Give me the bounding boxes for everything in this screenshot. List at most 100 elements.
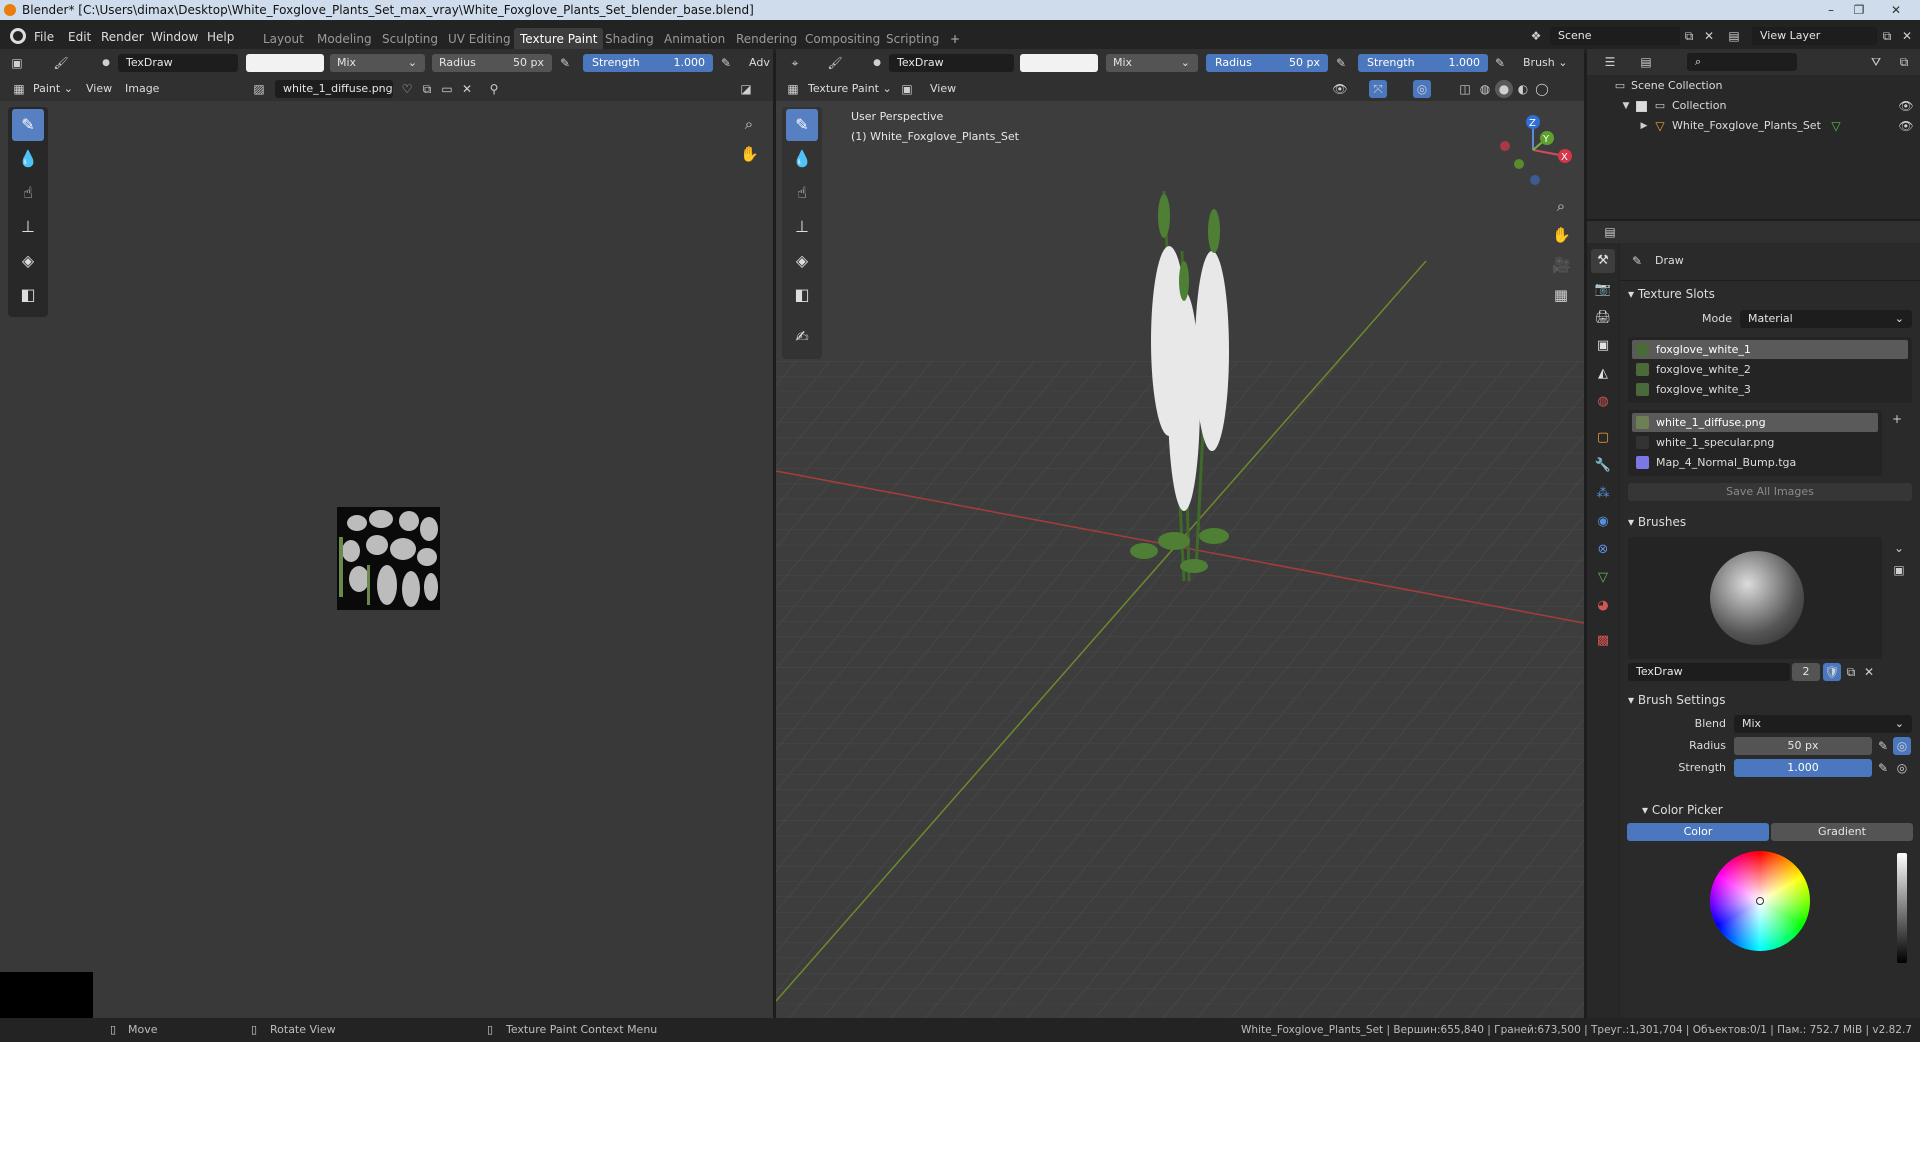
viewport-mask-tool-icon[interactable]: ◧: [786, 279, 818, 311]
texture-image-item[interactable]: white_1_specular.png: [1632, 433, 1878, 452]
outliner-scene-collection[interactable]: Scene Collection: [1631, 77, 1722, 95]
slot-mode-dropdown[interactable]: Material ⌄: [1740, 310, 1912, 328]
color-tab[interactable]: Color: [1627, 823, 1769, 841]
solid-shading-icon[interactable]: ●: [1495, 80, 1513, 98]
brush-preview-box[interactable]: [1628, 537, 1882, 659]
menu-window[interactable]: Window: [151, 27, 198, 47]
gizmo-neg-x[interactable]: [1500, 141, 1510, 151]
menu-render[interactable]: Render: [101, 27, 144, 47]
tab-scripting[interactable]: Scripting: [880, 28, 945, 50]
viewport-radius-slider[interactable]: Radius 50 px: [1206, 54, 1328, 72]
value-slider[interactable]: [1897, 853, 1907, 963]
tab-compositing[interactable]: Compositing: [799, 28, 886, 50]
material-slot-item[interactable]: foxglove_white_1: [1632, 340, 1908, 359]
delete-scene-icon[interactable]: ✕: [1700, 27, 1718, 45]
strength-slider[interactable]: Strength 1.000: [583, 54, 713, 72]
display-channels-icon[interactable]: ◪: [737, 80, 755, 98]
brush-browse-icon[interactable]: ⌄: [1890, 539, 1908, 557]
image-browse-icon[interactable]: ▨: [250, 80, 268, 98]
viewport-strength-pressure-icon[interactable]: ✎: [1491, 54, 1509, 72]
tab-sculpting[interactable]: Sculpting: [376, 28, 444, 50]
new-scene-icon[interactable]: ⧉: [1680, 27, 1698, 45]
strength-pressure-icon[interactable]: ✎: [717, 54, 735, 72]
brush-blend-dropdown[interactable]: Mix ⌄: [1734, 715, 1912, 733]
gizmo-neg-z[interactable]: [1530, 175, 1540, 185]
3d-viewport[interactable]: [776, 101, 1584, 1018]
brush-icon[interactable]: 🖌: [52, 54, 70, 72]
brush-menu[interactable]: Brush ⌄: [1523, 54, 1567, 72]
fill-tool-icon[interactable]: ◈: [12, 245, 44, 277]
scene-name-field[interactable]: Scene: [1550, 27, 1680, 45]
new-view-layer-icon[interactable]: ⧉: [1878, 27, 1896, 45]
camera-view-icon[interactable]: 🎥: [1552, 256, 1571, 274]
view-layer-icon[interactable]: ▤: [1725, 27, 1743, 45]
strength-unified-icon[interactable]: ◎: [1893, 759, 1911, 777]
editor-type-icon[interactable]: ▣: [8, 54, 26, 72]
viewport-fill-tool-icon[interactable]: ◈: [786, 245, 818, 277]
viewport-brush-name-field[interactable]: TexDraw: [889, 54, 1014, 72]
brushes-panel-header[interactable]: ▾ Brushes: [1628, 511, 1686, 533]
scene-tab-icon[interactable]: ◭: [1591, 362, 1615, 386]
constraints-tab-icon[interactable]: ⊗: [1591, 538, 1615, 562]
brush-settings-panel-header[interactable]: ▾ Brush Settings: [1628, 689, 1726, 711]
gradient-tab[interactable]: Gradient: [1771, 823, 1913, 841]
clone-tool-icon[interactable]: ⊥: [12, 211, 44, 243]
draw-tool-icon[interactable]: ✎: [12, 109, 44, 141]
tab-shading[interactable]: Shading: [599, 28, 660, 50]
world-tab-icon[interactable]: ◍: [1591, 390, 1615, 414]
open-image-icon[interactable]: ▭: [438, 80, 456, 98]
close-button[interactable]: ✕: [1876, 0, 1916, 20]
gizmo-toggle-icon[interactable]: ⤧: [1369, 80, 1387, 98]
zoom-icon[interactable]: ⌕: [740, 115, 758, 133]
mode-dropdown[interactable]: Paint ⌄: [33, 80, 73, 98]
texture-image-item[interactable]: Map_4_Normal_Bump.tga: [1632, 453, 1878, 472]
material-slot-item[interactable]: foxglove_white_3: [1632, 380, 1908, 399]
brush-color-swatch[interactable]: [246, 54, 324, 72]
brush-radius-field[interactable]: 50 px: [1734, 737, 1872, 755]
viewport-soften-tool-icon[interactable]: 💧: [786, 143, 818, 175]
viewport-editor-type-icon[interactable]: ⌖: [786, 54, 804, 72]
xray-icon[interactable]: ◫: [1456, 80, 1474, 98]
add-texture-slot-icon[interactable]: +: [1888, 410, 1906, 428]
brush-unlink-icon[interactable]: ✕: [1860, 663, 1878, 681]
brush-name-field[interactable]: TexDraw: [118, 54, 238, 72]
rendered-shading-icon[interactable]: ◯: [1533, 80, 1551, 98]
gizmo-neg-y[interactable]: [1514, 159, 1524, 169]
maximize-button[interactable]: ❐: [1846, 0, 1872, 20]
mask-tool-icon[interactable]: ◧: [12, 279, 44, 311]
render-tab-icon[interactable]: 📷: [1591, 278, 1615, 302]
radius-pressure-toggle-icon[interactable]: ✎: [1874, 737, 1892, 755]
tab-rendering[interactable]: Rendering: [730, 28, 803, 50]
color-picker-panel-header[interactable]: ▾ Color Picker: [1642, 799, 1723, 821]
outliner-editor-type-icon[interactable]: ☰: [1601, 53, 1619, 71]
radius-unit-icon[interactable]: ◎: [1893, 737, 1911, 755]
smear-tool-icon[interactable]: ☝: [12, 177, 44, 209]
visibility-icon[interactable]: 👁: [1331, 80, 1349, 98]
object-visibility-icon[interactable]: 👁: [1897, 117, 1915, 135]
outliner-search-input[interactable]: ⌕: [1687, 53, 1797, 71]
collection-expand-icon[interactable]: ▼: [1617, 97, 1635, 115]
display-mode-icon[interactable]: ▤: [1637, 53, 1655, 71]
filter-icon[interactable]: ⛛: [1867, 53, 1885, 71]
navigation-gizmo[interactable]: Z X Y: [1495, 112, 1575, 192]
material-slot-item[interactable]: foxglove_white_2: [1632, 360, 1908, 379]
mask-toggle-icon[interactable]: ▣: [898, 80, 916, 98]
viewport-brush-icon[interactable]: 🖌: [826, 54, 844, 72]
tab-animation[interactable]: Animation: [658, 28, 731, 50]
viewport-brush-color-swatch[interactable]: [1020, 54, 1098, 72]
texture-tab-icon[interactable]: ▩: [1591, 629, 1615, 653]
brush-user-count[interactable]: 2: [1792, 663, 1820, 681]
modifiers-tab-icon[interactable]: 🔧: [1591, 454, 1615, 478]
tab-uv-editing[interactable]: UV Editing: [442, 28, 517, 50]
pan-hand-icon[interactable]: ✋: [740, 145, 759, 163]
radius-pressure-icon[interactable]: ✎: [556, 54, 574, 72]
viewport-strength-slider[interactable]: Strength 1.000: [1358, 54, 1488, 72]
new-image-icon[interactable]: ⧉: [418, 80, 436, 98]
ortho-toggle-icon[interactable]: ▦: [1552, 286, 1570, 304]
overlay-toggle-icon[interactable]: ◎: [1413, 80, 1431, 98]
material-tab-icon[interactable]: ◕: [1591, 594, 1615, 618]
menu-view[interactable]: View: [86, 80, 112, 98]
menu-file[interactable]: File: [34, 27, 54, 47]
wireframe-shading-icon[interactable]: ◍: [1476, 80, 1494, 98]
collection-visibility-icon[interactable]: 👁: [1897, 97, 1915, 115]
